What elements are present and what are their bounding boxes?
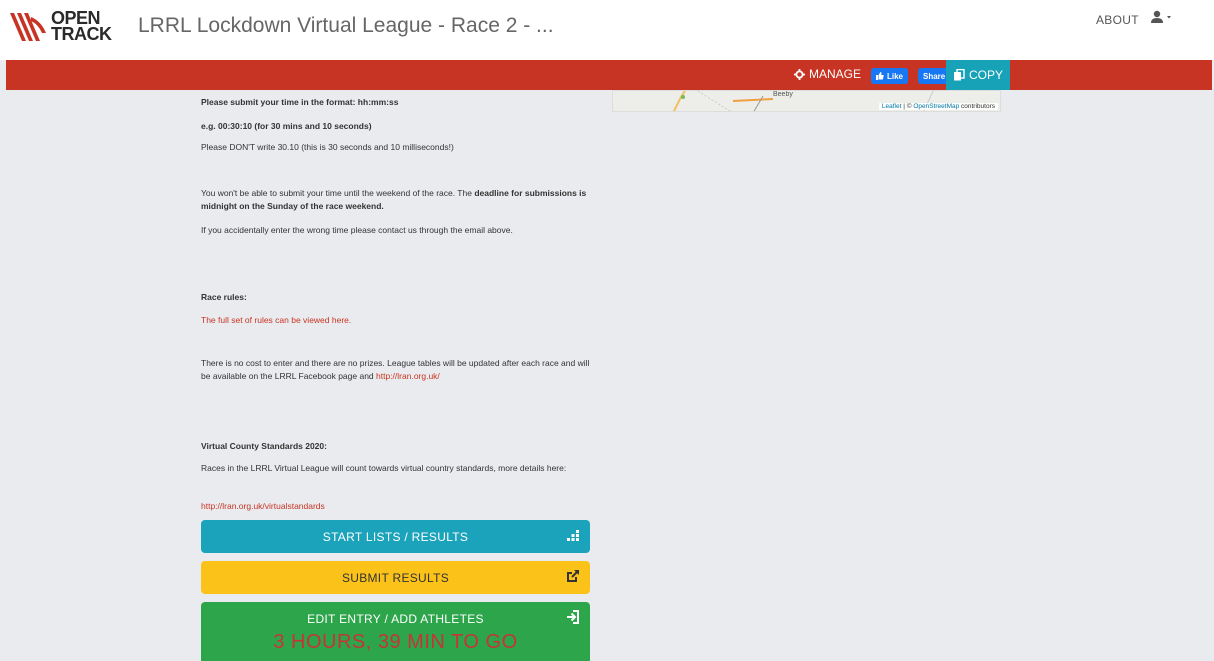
manage-button[interactable]: MANAGE xyxy=(794,67,861,81)
logo-text-track: TRACK xyxy=(51,24,112,44)
edit-entry-label: EDIT ENTRY / ADD ATHLETES xyxy=(307,612,484,626)
format-warning: Please DON'T write 30.10 (this is 30 sec… xyxy=(201,142,454,152)
deadline-paragraph: You won't be able to submit your time un… xyxy=(201,187,596,213)
manage-label: MANAGE xyxy=(809,67,862,81)
deadline-text: You won't be able to submit your time un… xyxy=(201,188,475,198)
submit-results-button[interactable]: SUBMIT RESULTS xyxy=(201,561,590,594)
race-map[interactable]: Beeby Leaflet | © OpenStreetMap contribu… xyxy=(612,90,1001,112)
format-example: e.g. 00:30:10 (for 30 mins and 10 second… xyxy=(201,121,372,131)
map-credit-separator: | © xyxy=(901,103,914,110)
page-title: LRRL Lockdown Virtual League - Race 2 - … xyxy=(138,14,554,37)
openstreetmap-link[interactable]: OpenStreetMap xyxy=(913,103,959,110)
facebook-like-button[interactable]: Like xyxy=(871,68,909,84)
opentrack-logo-mark xyxy=(10,13,46,41)
standards-heading: Virtual County Standards 2020: xyxy=(201,441,327,451)
cost-paragraph: There is no cost to enter and there are … xyxy=(201,357,596,383)
leaflet-link[interactable]: Leaflet xyxy=(882,103,902,110)
user-icon xyxy=(1151,10,1171,23)
copy-button[interactable]: COPY xyxy=(946,60,1010,90)
wrong-time-text: If you accidentally enter the wrong time… xyxy=(201,225,513,235)
external-link-icon xyxy=(567,570,579,582)
thumbs-up-icon xyxy=(876,72,884,80)
gear-icon xyxy=(794,68,805,80)
edit-entry-button[interactable]: EDIT ENTRY / ADD ATHLETES 3 HOURS, 39 MI… xyxy=(201,602,590,661)
sign-in-icon xyxy=(567,610,579,624)
nav-about-link[interactable]: ABOUT xyxy=(1096,13,1139,27)
standards-text: Races in the LRRL Virtual League will co… xyxy=(201,463,567,473)
facebook-share-label: Share xyxy=(923,71,946,81)
format-heading: Please submit your time in the format: h… xyxy=(201,97,399,107)
logo-text: OPEN TRACK xyxy=(51,9,112,44)
rules-link[interactable]: The full set of rules can be viewed here… xyxy=(201,314,596,327)
start-lists-label: START LISTS / RESULTS xyxy=(322,529,469,544)
map-attribution: Leaflet | © OpenStreetMap contributors xyxy=(878,103,998,110)
opentrack-logo[interactable]: OPEN TRACK xyxy=(8,9,112,49)
top-navbar: OPEN TRACK LRRL Lockdown Virtual League … xyxy=(0,0,1214,60)
facebook-like-label: Like xyxy=(887,71,904,81)
start-lists-results-button[interactable]: START LISTS / RESULTS xyxy=(201,520,590,553)
event-toolbar: MANAGE Like Share COPY xyxy=(6,60,1212,90)
map-credit-suffix: contributors xyxy=(959,103,995,110)
user-menu[interactable] xyxy=(1150,10,1178,30)
rules-heading: Race rules: xyxy=(201,292,247,302)
submit-results-label: SUBMIT RESULTS xyxy=(341,570,450,585)
standards-link[interactable]: http://lran.org.uk/virtualstandards xyxy=(201,500,596,513)
copy-label: COPY xyxy=(968,68,1003,82)
copy-icon xyxy=(953,69,965,81)
lran-link[interactable]: http://lran.org.uk/ xyxy=(376,371,440,381)
countdown-text: 3 HOURS, 39 MIN TO GO xyxy=(273,631,518,653)
map-place-label: Beeby xyxy=(773,91,793,98)
results-icon xyxy=(567,530,579,541)
